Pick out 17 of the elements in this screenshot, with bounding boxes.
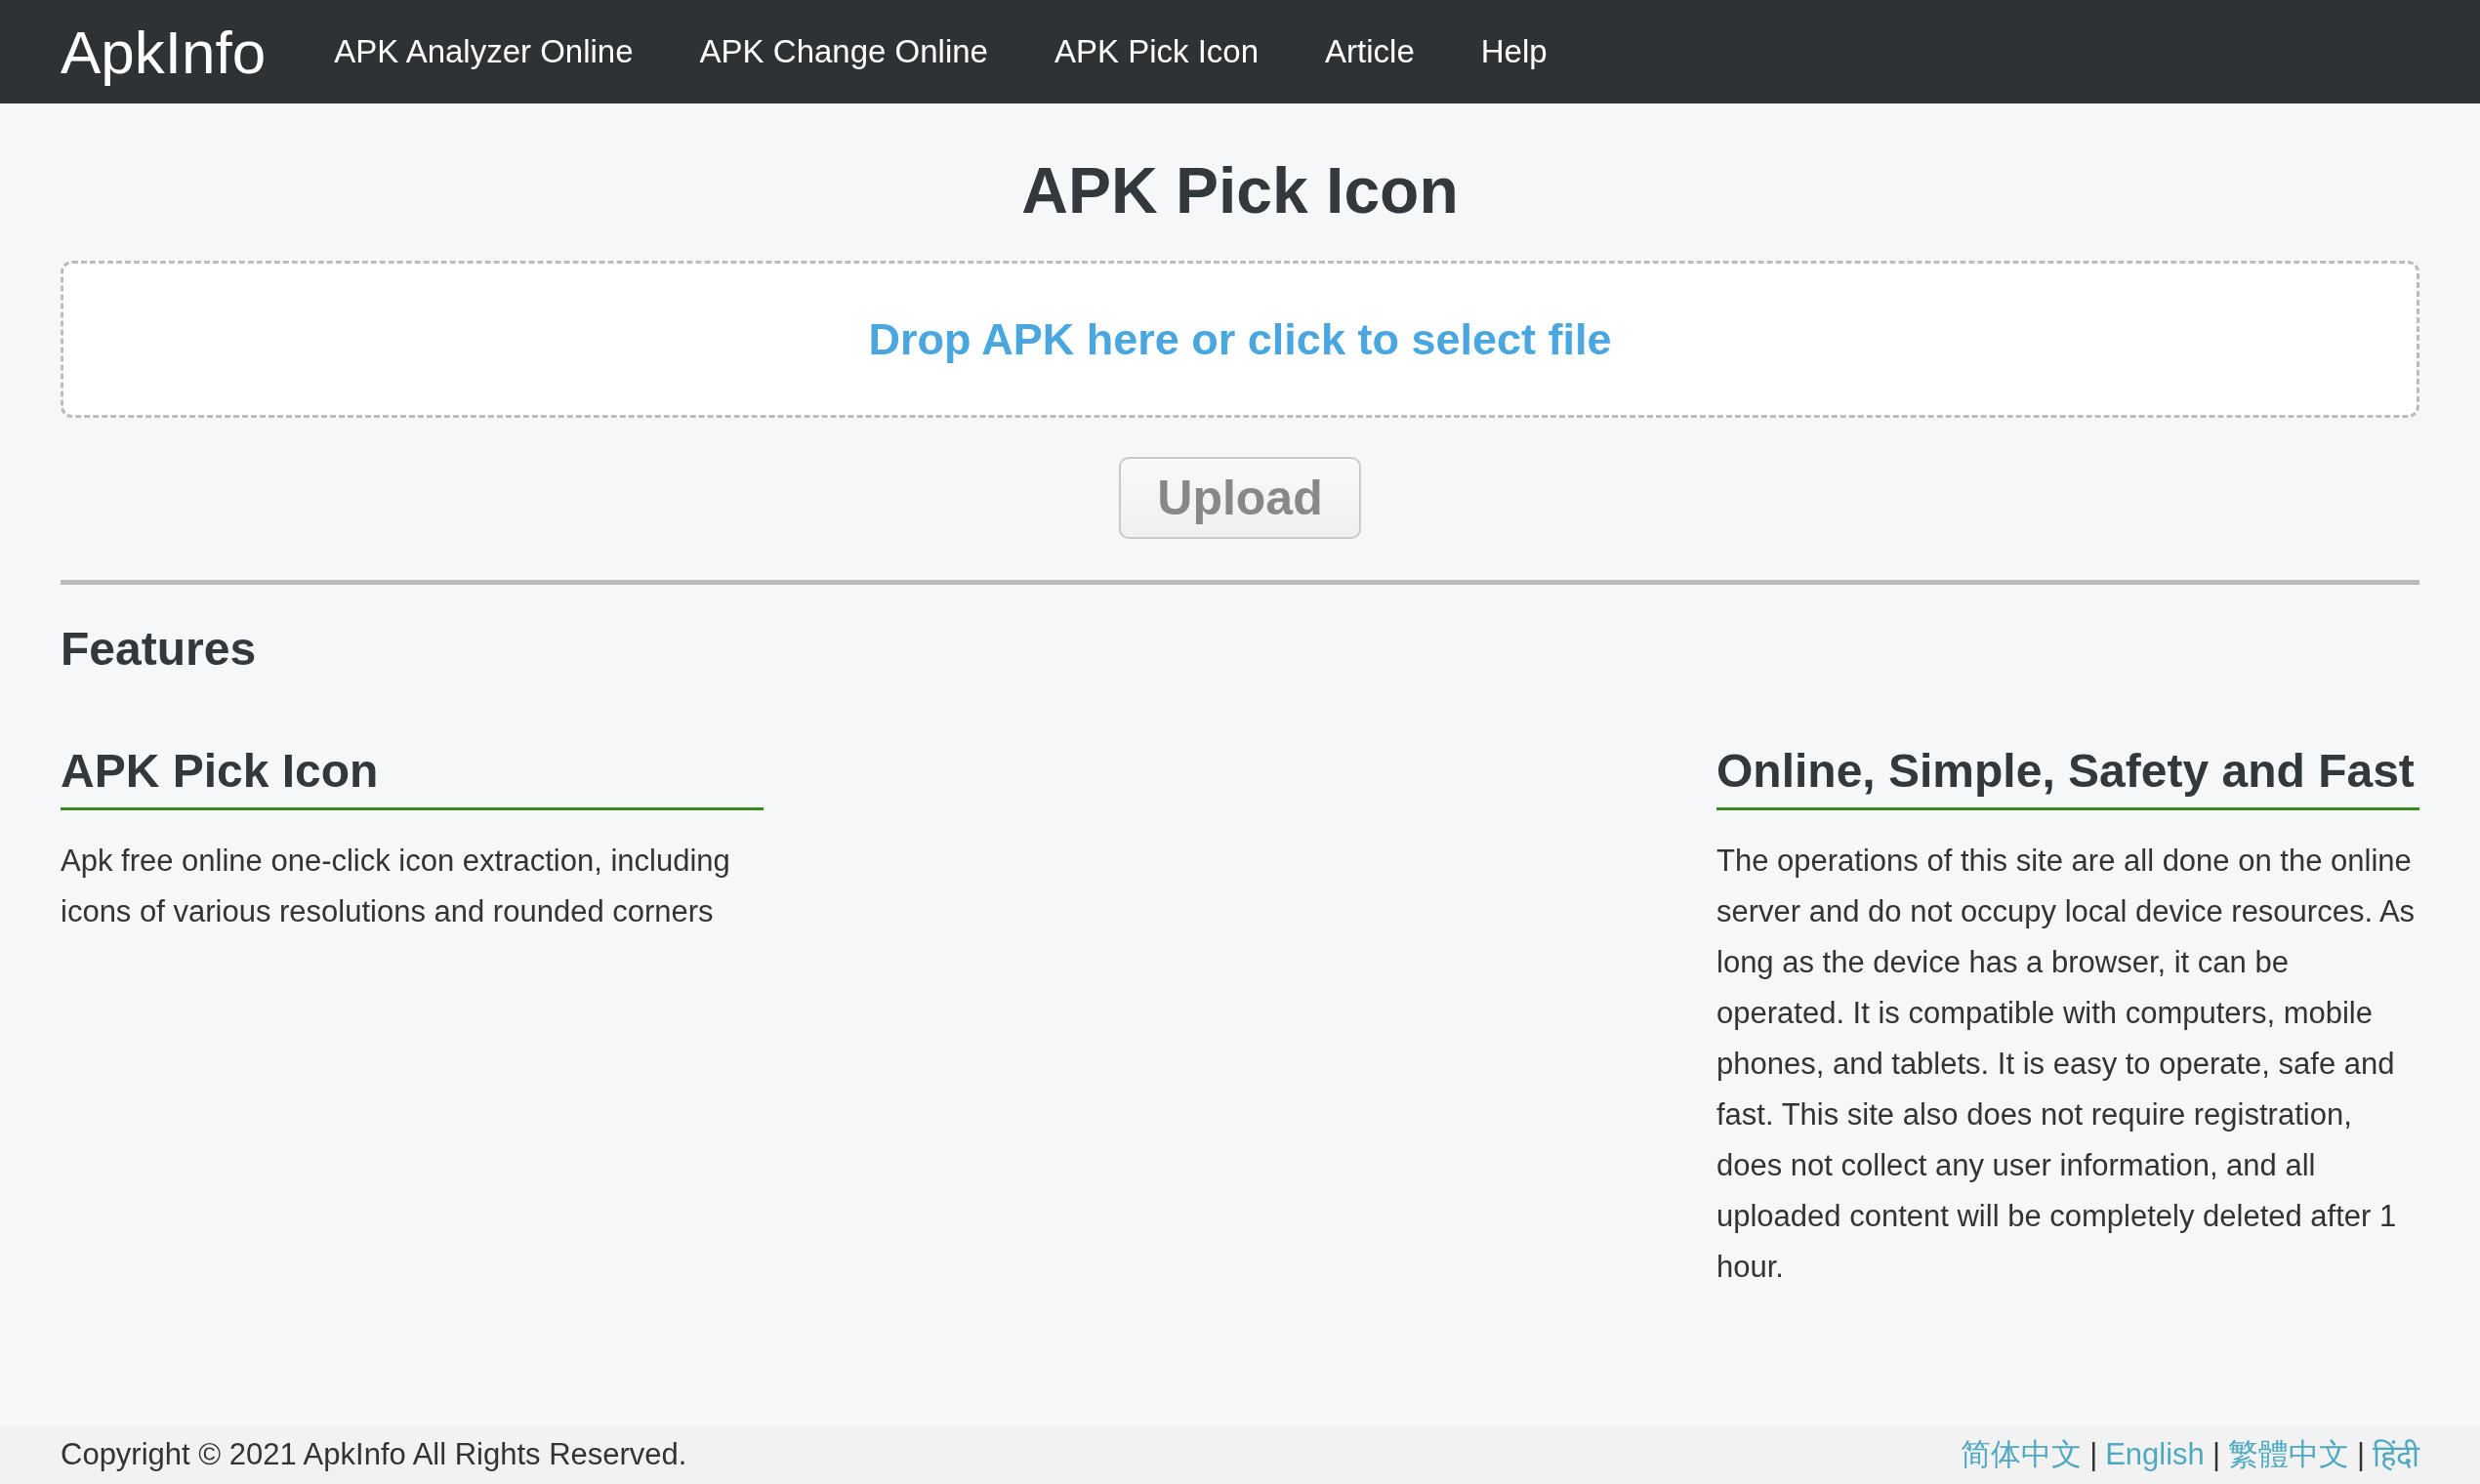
nav-link[interactable]: APK Analyzer Online [334,33,634,70]
feature-title: APK Pick Icon [61,744,764,811]
feature-description: Apk free online one-click icon extraction, including icons of various resolutions and rounded corners [61,843,731,931]
nav-link[interactable]: Article [1325,33,1415,70]
nav-link[interactable]: Help [1480,33,1548,70]
page-title: APK Pick Icon [1020,153,1460,228]
separator: | [2356,1437,2365,1472]
section-heading: Features [61,622,258,677]
separator: | [2211,1437,2220,1472]
separator: | [2089,1437,2098,1472]
feature-description: The operations of this site are all done on the online server and do not occupy local device resources. As long as the device has a browser, it can be operated. It is compatible with computers, mobile phones, and tablets. It is easy to operate, safe and fast. This site also does not require registration, does not collect any user information, and all uploaded content will be completely deleted after 1 hour. [1716,843,2417,1287]
brand-logo[interactable]: ApkInfo [61,17,267,87]
copyright-text: Copyright © 2021 ApkInfo All Rights Reserved. [61,1437,687,1472]
nav-link[interactable]: APK Pick Icon [1054,33,1260,70]
feature-title: Online, Simple, Safety and Fast [1716,744,2419,811]
drop-zone-text: Drop APK here or click to select file [868,313,1612,365]
nav-link[interactable]: APK Change Online [699,33,988,70]
